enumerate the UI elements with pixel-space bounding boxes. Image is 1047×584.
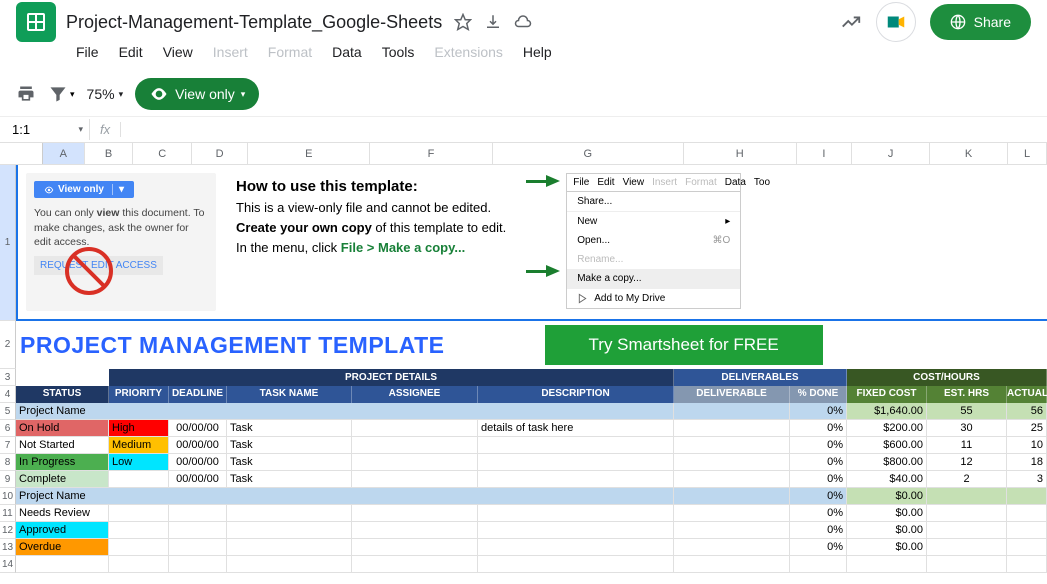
col-header-K[interactable]: K <box>930 143 1008 164</box>
row-header-2[interactable]: 2 <box>0 321 16 369</box>
table-row[interactable]: Overdue 0% $0.00 <box>16 539 1047 556</box>
col-header-G[interactable]: G <box>493 143 684 164</box>
column-header-row: STATUS PRIORITY DEADLINE TASK NAME ASSIG… <box>16 386 1047 403</box>
activity-icon[interactable] <box>840 11 862 33</box>
col-header-A[interactable]: A <box>43 143 85 164</box>
table-row[interactable] <box>16 556 1047 573</box>
row-header-9[interactable]: 9 <box>0 471 16 488</box>
col-header-E[interactable]: E <box>248 143 370 164</box>
arrow-icon <box>546 265 560 277</box>
share-button[interactable]: Share <box>930 4 1031 40</box>
row-header-12[interactable]: 12 <box>0 522 16 539</box>
table-row[interactable]: Project Name 0% $1,640.00 55 56 <box>16 403 1047 420</box>
banner-instructions: How to use this template: This is a view… <box>236 173 506 311</box>
menu-view[interactable]: View <box>155 40 201 64</box>
table-row[interactable]: Not Started Medium 00/00/00 Task 0% $600… <box>16 437 1047 454</box>
menu-insert[interactable]: Insert <box>205 40 256 64</box>
menu-help[interactable]: Help <box>515 40 560 64</box>
table-row[interactable]: Needs Review 0% $0.00 <box>16 505 1047 522</box>
menu-tools[interactable]: Tools <box>374 40 423 64</box>
row-header-11[interactable]: 11 <box>0 505 16 522</box>
banner-card: View only ▾ You can only view this docum… <box>26 173 216 311</box>
row-header-3[interactable]: 3 <box>0 369 16 386</box>
group-header-row: PROJECT DETAILS DELIVERABLES COST/HOURS <box>16 369 1047 386</box>
meet-icon[interactable] <box>876 2 916 42</box>
table-row[interactable]: Complete 00/00/00 Task 0% $40.00 2 3 <box>16 471 1047 488</box>
table-row[interactable]: In Progress Low 00/00/00 Task 0% $800.00… <box>16 454 1047 471</box>
move-icon[interactable] <box>484 13 502 31</box>
menu-format[interactable]: Format <box>260 40 320 64</box>
menu-data[interactable]: Data <box>324 40 370 64</box>
view-only-pill[interactable]: View only ▾ <box>135 78 259 110</box>
col-header-L[interactable]: L <box>1008 143 1047 164</box>
template-title: PROJECT MANAGEMENT TEMPLATE <box>20 332 445 359</box>
col-header-I[interactable]: I <box>797 143 853 164</box>
row-header-6[interactable]: 6 <box>0 420 16 437</box>
row-header-10[interactable]: 10 <box>0 488 16 505</box>
banner-menu-screenshot: FileEditViewInsertFormatDataToo Share...… <box>566 173 741 309</box>
menu-extensions[interactable]: Extensions <box>426 40 510 64</box>
fx-label: fx <box>90 122 121 137</box>
row-header-4[interactable]: 4 <box>0 386 16 403</box>
filter-icon[interactable]: ▾ <box>48 84 75 104</box>
table-row[interactable]: Approved 0% $0.00 <box>16 522 1047 539</box>
banner-view-only-pill: View only ▾ <box>34 181 134 198</box>
share-label: Share <box>974 14 1011 30</box>
row-header-5[interactable]: 5 <box>0 403 16 420</box>
row-header-13[interactable]: 13 <box>0 539 16 556</box>
row-header-14[interactable]: 14 <box>0 556 16 573</box>
col-header-F[interactable]: F <box>370 143 493 164</box>
row-header-7[interactable]: 7 <box>0 437 16 454</box>
cloud-icon[interactable] <box>514 13 532 31</box>
col-header-H[interactable]: H <box>684 143 797 164</box>
table-row[interactable]: Project Name 0% $0.00 <box>16 488 1047 505</box>
row-header-1[interactable]: 1 <box>0 165 16 321</box>
menu-edit[interactable]: Edit <box>111 40 151 64</box>
menu-file[interactable]: File <box>68 40 107 64</box>
document-title[interactable]: Project-Management-Template_Google-Sheet… <box>66 12 442 33</box>
col-header-J[interactable]: J <box>852 143 930 164</box>
print-icon[interactable] <box>16 84 36 104</box>
row-header-8[interactable]: 8 <box>0 454 16 471</box>
sheets-logo[interactable] <box>16 2 56 42</box>
select-all-cell[interactable] <box>0 143 43 164</box>
name-box[interactable]: 1:1▾ <box>6 119 90 140</box>
col-header-B[interactable]: B <box>85 143 134 164</box>
arrow-icon <box>546 175 560 187</box>
zoom-dropdown[interactable]: 75% ▾ <box>87 86 124 102</box>
star-icon[interactable] <box>454 13 472 31</box>
col-header-C[interactable]: C <box>133 143 191 164</box>
try-smartsheet-button[interactable]: Try Smartsheet for FREE <box>545 325 823 365</box>
col-header-D[interactable]: D <box>192 143 249 164</box>
table-row[interactable]: On Hold High 00/00/00 Task details of ta… <box>16 420 1047 437</box>
